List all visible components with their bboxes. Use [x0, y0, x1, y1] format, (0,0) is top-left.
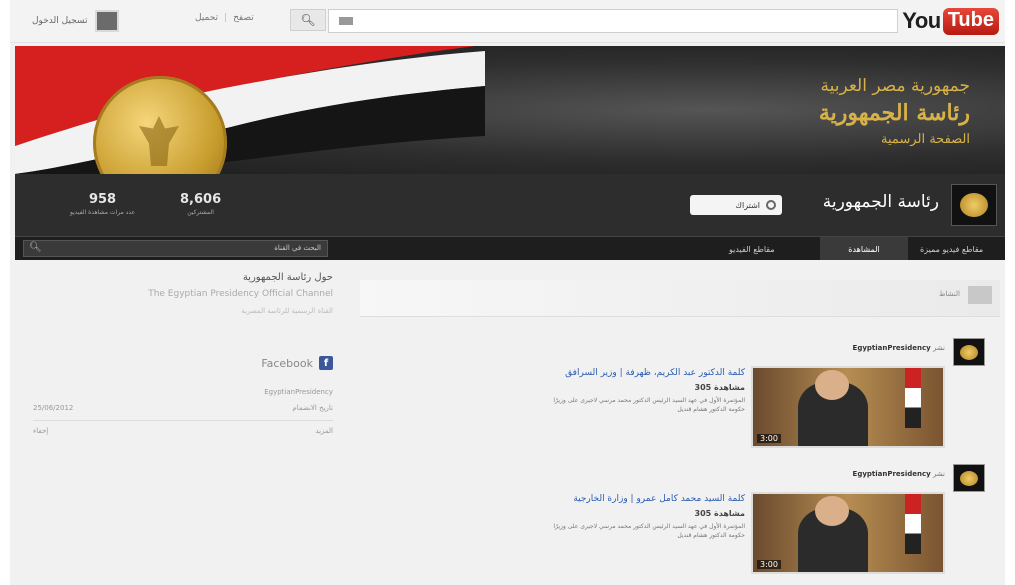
video-duration: 3:00 — [757, 560, 781, 569]
facebook-icon: f — [319, 356, 333, 370]
joined-value: 25/06/2012 — [33, 404, 74, 412]
stat-subscribers: 8,606 المشتركين — [180, 192, 221, 216]
signin-area[interactable]: تسجيل الدخول — [32, 10, 120, 32]
post-prefix: نشر — [932, 344, 945, 352]
feed-filter-button[interactable] — [968, 286, 992, 304]
channel-banner: جمهورية مصر العربية رئاسة الجمهورية الصف… — [15, 46, 1005, 174]
post-channel[interactable]: EgyptianPresidency — [853, 344, 931, 352]
divider — [33, 420, 333, 421]
youtube-logo[interactable]: You Tube — [902, 7, 999, 35]
search-text-blurred — [339, 17, 353, 25]
search-button[interactable]: 🔍︎ — [290, 9, 326, 31]
channel-name[interactable]: رئاسة الجمهورية — [823, 192, 939, 212]
post-avatar-icon[interactable] — [953, 338, 985, 366]
less-link[interactable]: إخفاء — [33, 427, 48, 435]
post-channel[interactable]: EgyptianPresidency — [853, 470, 931, 478]
video-views: 305 مشاهدة — [694, 509, 745, 518]
video-thumbnail[interactable]: 3:00 — [751, 366, 945, 448]
stat-views: 958 عدد مرات مشاهدة الفيديو — [70, 192, 135, 216]
activity-post: EgyptianPresidency نشر 3:00 كلمة السيد م… — [360, 464, 1000, 579]
tab-featured[interactable]: مقاطع فيديو مميزة — [910, 237, 993, 261]
video-description: المؤتمرة الأول في عهد السيد الرئيس الدكت… — [553, 397, 745, 413]
post-byline: EgyptianPresidency نشر — [853, 470, 945, 478]
search-icon: 🔍︎ — [29, 242, 42, 253]
about-subtitle: القناة الرسمية للرئاسة المصرية — [241, 307, 333, 315]
facebook-label: Facebook — [261, 356, 313, 370]
banner-line3: الصفحة الرسمية — [881, 132, 970, 147]
upload-link[interactable]: تحميل — [195, 13, 218, 23]
about-meta: EgyptianPresidency 25/06/2012 تاريخ الان… — [33, 388, 333, 443]
joined-label: تاريخ الانضمام — [292, 404, 333, 412]
channel-nav: 🔍︎ البحث في القناة مقاطع الفيديو المشاهد… — [15, 236, 1005, 261]
search-icon: 🔍︎ — [300, 13, 316, 27]
stat-views-label: عدد مرات مشاهدة الفيديو — [70, 209, 136, 216]
signin-label[interactable]: تسجيل الدخول — [32, 16, 87, 26]
stat-subscribers-label: المشتركين — [187, 209, 214, 216]
subscribe-button[interactable]: اشتراك — [690, 195, 782, 215]
activity-post: EgyptianPresidency نشر 3:00 كلمة الدكتور… — [360, 338, 1000, 448]
stat-subscribers-value: 8,606 — [180, 192, 222, 207]
post-byline: EgyptianPresidency نشر — [853, 344, 945, 352]
logo-you: You — [902, 8, 941, 33]
main-content: حول رئاسة الجمهورية The Egyptian Preside… — [15, 260, 1005, 585]
banner-line1: جمهورية مصر العربية — [820, 76, 970, 96]
channel-search-input[interactable]: 🔍︎ البحث في القناة — [23, 240, 328, 257]
subscribe-ring-icon — [766, 200, 776, 210]
more-link[interactable]: المزيد — [315, 427, 333, 435]
link-separator: | — [224, 13, 228, 23]
tab-watch[interactable]: المشاهدة — [820, 237, 908, 261]
flag-icon — [905, 368, 921, 428]
about-panel: حول رئاسة الجمهورية The Egyptian Preside… — [33, 272, 333, 435]
avatar-placeholder-icon[interactable] — [95, 10, 120, 32]
video-duration: 3:00 — [757, 434, 781, 443]
channel-header: رئاسة الجمهورية اشتراك 8,606 المشتركين 9… — [15, 174, 1005, 236]
channel-avatar-icon[interactable] — [951, 184, 997, 226]
video-title-link[interactable]: كلمة الدكتور عبد الكريم، ظهرفة | وزير ال… — [485, 368, 745, 378]
about-english: The Egyptian Presidency Official Channel — [148, 289, 333, 299]
feed-header: النشاط — [360, 280, 1000, 317]
browse-link[interactable]: تصفح — [233, 13, 254, 23]
video-views: 305 مشاهدة — [694, 383, 745, 392]
channel-search-placeholder: البحث في القناة — [274, 244, 321, 252]
video-description: المؤتمرة الأول في عهد السيد الرئيس الدكت… — [553, 523, 745, 539]
feed-header-label: النشاط — [938, 290, 960, 298]
post-prefix: نشر — [932, 470, 945, 478]
banner-text: جمهورية مصر العربية رئاسة الجمهورية الصف… — [819, 76, 970, 147]
page-frame: تسجيل الدخول تحميل | تصفح 🔍︎ You Tube جم… — [10, 0, 1005, 585]
flag-icon — [905, 494, 921, 554]
top-links: تحميل | تصفح — [195, 13, 254, 23]
search-input[interactable] — [328, 9, 898, 33]
flag-wave-icon — [15, 46, 485, 174]
tab-videos[interactable]: مقاطع الفيديو — [719, 237, 785, 261]
facebook-link[interactable]: Facebook f — [261, 356, 333, 370]
username-value[interactable]: EgyptianPresidency — [264, 388, 333, 396]
banner-line2: رئاسة الجمهورية — [818, 100, 970, 126]
video-title-link[interactable]: كلمة السيد محمد كامل عمرو | وزارة الخارج… — [485, 494, 745, 504]
logo-tube: Tube — [942, 7, 999, 35]
top-bar: تسجيل الدخول تحميل | تصفح 🔍︎ You Tube — [10, 0, 1005, 43]
stat-views-value: 958 — [88, 192, 117, 207]
about-title: حول رئاسة الجمهورية — [242, 272, 333, 283]
video-thumbnail[interactable]: 3:00 — [751, 492, 945, 574]
subscribe-label: اشتراك — [735, 200, 760, 210]
post-avatar-icon[interactable] — [953, 464, 985, 492]
